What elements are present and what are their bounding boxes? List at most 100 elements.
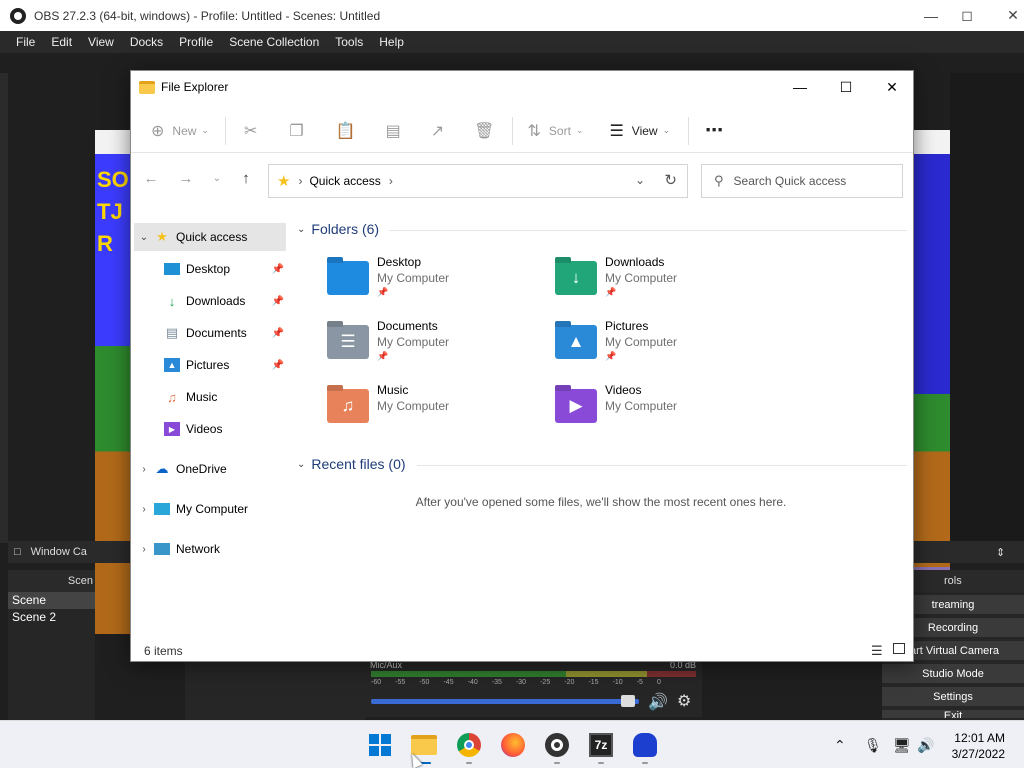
search-box[interactable]: ⚲: [701, 164, 903, 198]
settings-button[interactable]: Settings: [882, 687, 1024, 708]
breadcrumb-separator-icon[interactable]: ›: [389, 174, 393, 188]
chevron-right-icon[interactable]: ›: [134, 504, 154, 515]
details-view-icon[interactable]: ☰: [871, 643, 883, 659]
desktop-icon: [164, 263, 180, 275]
network-tray-icon[interactable]: 🖥: [893, 737, 911, 754]
obs-menu-file[interactable]: File: [8, 35, 43, 49]
tiles-view-icon[interactable]: [893, 643, 905, 654]
folder-location: My Computer: [605, 335, 678, 349]
folder-tile-music[interactable]: ♫ Music My Computer: [327, 383, 537, 443]
system-clock[interactable]: 12:01 AM 3/27/2022: [952, 730, 1005, 762]
nav-quick-access[interactable]: ⌄ ★ Quick access: [134, 223, 286, 251]
folder-tile-downloads[interactable]: ↓ Downloads My Computer 📌: [555, 255, 765, 315]
folder-location: My Computer: [377, 271, 450, 285]
copy-button[interactable]: ❐: [289, 116, 303, 146]
scene-item[interactable]: Scene: [8, 592, 95, 609]
back-button[interactable]: ←: [138, 165, 164, 191]
folder-name: Music: [377, 383, 409, 397]
view-button[interactable]: ☰ View ⌄: [609, 116, 670, 146]
folder-tile-documents[interactable]: ☰ Documents My Computer 📌: [327, 319, 537, 379]
volume-meter: [371, 671, 696, 677]
controls-title: rols: [944, 575, 962, 587]
obs-menu-view[interactable]: View: [80, 35, 122, 49]
nav-onedrive[interactable]: › ☁ OneDrive: [134, 455, 286, 483]
obs-menu-scene-collection[interactable]: Scene Collection: [221, 35, 327, 49]
nav-videos[interactable]: ▶ Videos: [134, 415, 286, 443]
download-icon: ↓: [168, 293, 176, 309]
nav-downloads[interactable]: ↓ Downloads 📌: [134, 287, 286, 315]
obs-close-button[interactable]: ✕: [990, 0, 1024, 31]
obs-menu-profile[interactable]: Profile: [171, 35, 221, 49]
folder-tile-desktop[interactable]: Desktop My Computer 📌: [327, 255, 537, 315]
exit-button[interactable]: Exit: [882, 710, 1024, 720]
nav-my-computer[interactable]: › My Computer: [134, 495, 286, 523]
address-dropdown-icon[interactable]: ⌄: [635, 173, 645, 187]
sort-icon: ⇅: [527, 122, 541, 140]
microphone-icon[interactable]: 🎙: [864, 737, 882, 754]
taskbar-7zip[interactable]: 7z: [587, 731, 615, 764]
taskbar-chrome[interactable]: [455, 731, 483, 764]
search-input[interactable]: [733, 174, 894, 188]
rename-button[interactable]: ▤: [386, 116, 401, 146]
up-button[interactable]: ↑: [233, 165, 259, 191]
folder-tile-pictures[interactable]: ▲ Pictures My Computer 📌: [555, 319, 765, 379]
computer-icon: [154, 503, 170, 515]
nav-pictures[interactable]: ▲ Pictures 📌: [134, 351, 286, 379]
chevron-right-icon[interactable]: ›: [134, 544, 154, 555]
gear-icon[interactable]: ⚙: [677, 691, 691, 711]
cut-button[interactable]: ✂: [244, 116, 257, 146]
chevron-down-icon[interactable]: ⌄: [297, 459, 305, 470]
volume-fader[interactable]: [371, 699, 639, 704]
obs-menu-help[interactable]: Help: [371, 35, 412, 49]
spinner-icon[interactable]: ⇕: [996, 546, 1005, 559]
address-bar[interactable]: ★ › Quick access › ⌄ ↻: [268, 164, 688, 198]
more-options-button[interactable]: ⋯: [705, 116, 723, 146]
obs-menu-tools[interactable]: Tools: [327, 35, 371, 49]
obs-menu-docks[interactable]: Docks: [122, 35, 171, 49]
breadcrumb-quick-access[interactable]: Quick access: [309, 174, 380, 188]
meter-tick: -30: [515, 679, 527, 686]
maximize-button[interactable]: ☐: [823, 71, 869, 103]
new-button[interactable]: ⊕ New ⌄: [151, 116, 209, 146]
nav-desktop[interactable]: Desktop 📌: [134, 255, 286, 283]
chevron-right-icon[interactable]: ›: [134, 464, 154, 475]
start-button[interactable]: [366, 731, 394, 759]
nav-music[interactable]: ♫ Music: [134, 383, 286, 411]
nav-documents[interactable]: ▤ Documents 📌: [134, 319, 286, 347]
meter-tick: 0: [656, 679, 661, 686]
folder-tile-videos[interactable]: ▶ Videos My Computer: [555, 383, 765, 443]
paste-button[interactable]: 📋: [336, 116, 356, 146]
obs-maximize-button[interactable]: ◻: [944, 0, 990, 31]
obs-source-bar: □ Window Ca: [8, 541, 130, 563]
recent-locations-button[interactable]: ⌄: [204, 165, 230, 191]
recent-section-header[interactable]: ⌄ Recent files (0): [297, 456, 406, 472]
obs-menu-edit[interactable]: Edit: [43, 35, 80, 49]
show-hidden-icons-chevron-up-icon[interactable]: ⌃: [834, 737, 846, 754]
volume-fader-handle[interactable]: [621, 695, 635, 707]
close-button[interactable]: ✕: [869, 71, 915, 103]
sort-button[interactable]: ⇅ Sort ⌄: [527, 116, 583, 146]
scene-item[interactable]: Scene 2: [8, 609, 95, 626]
folders-section-header[interactable]: ⌄ Folders (6): [297, 221, 379, 237]
forward-button[interactable]: →: [173, 165, 199, 191]
explorer-title: File Explorer: [161, 80, 229, 94]
chevron-down-icon: ⌄: [575, 125, 584, 135]
desktop-folder-icon: [327, 261, 369, 295]
meter-tick: -5: [636, 679, 643, 686]
speaker-icon[interactable]: 🔊: [648, 692, 668, 712]
new-label: New: [172, 123, 197, 138]
minimize-button[interactable]: —: [777, 71, 823, 103]
taskbar-obs[interactable]: [543, 731, 571, 764]
address-row: ← → ⌄ ↑ ★ › Quick access › ⌄ ↻ ⚲: [131, 161, 913, 201]
nav-network[interactable]: › Network: [134, 535, 286, 563]
taskbar-sonic[interactable]: [631, 731, 659, 764]
chevron-down-icon: ⌄: [201, 125, 209, 135]
delete-button[interactable]: 🗑: [474, 116, 494, 146]
chevron-down-icon[interactable]: ⌄: [297, 224, 305, 235]
volume-icon[interactable]: 🔊: [917, 737, 934, 754]
chevron-down-icon[interactable]: ⌄: [134, 232, 154, 243]
refresh-icon[interactable]: ↻: [664, 171, 677, 189]
studio-mode-button[interactable]: Studio Mode: [882, 664, 1024, 685]
taskbar-firefox[interactable]: [499, 731, 527, 759]
share-button[interactable]: ↗: [431, 116, 444, 146]
